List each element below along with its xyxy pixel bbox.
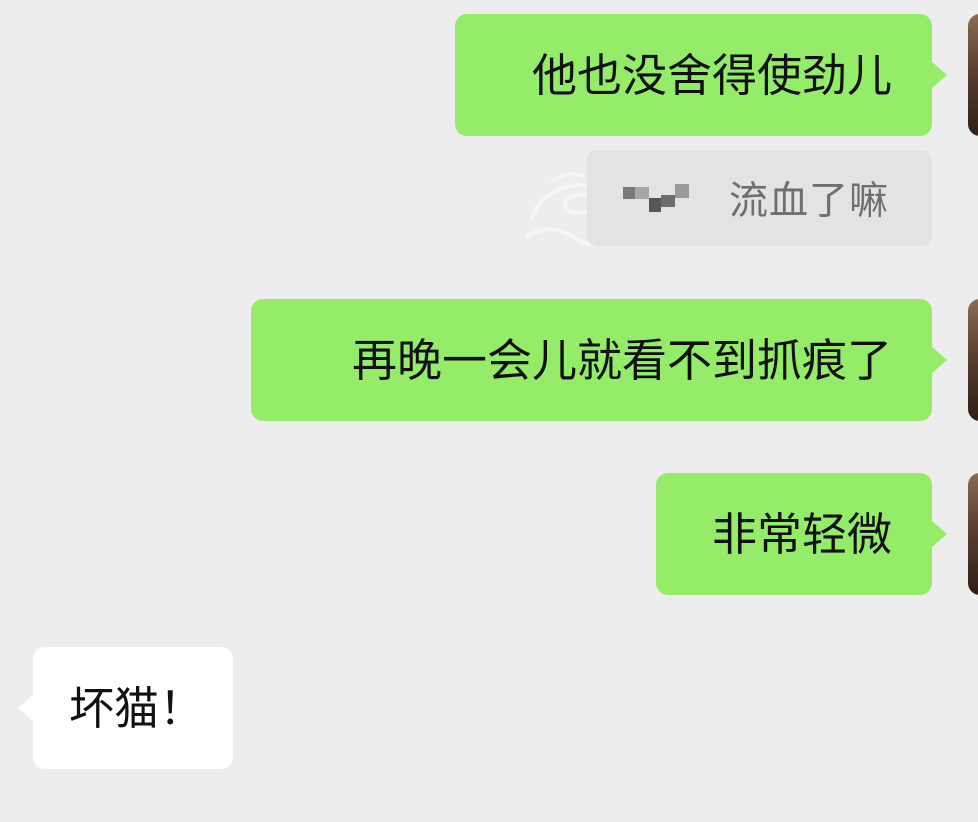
bubble-tail (18, 694, 34, 722)
quoted-text: 流血了嘛 (729, 179, 890, 224)
bubble-tail (931, 520, 947, 548)
message-text: 他也没舍得使劲儿 (531, 48, 892, 102)
message-bubble-outgoing[interactable]: 非常轻微 (656, 473, 947, 595)
message-bubble-outgoing[interactable]: 再晚一会儿就看不到抓痕了 (251, 299, 947, 421)
chat-area: 他也没舍得使劲儿 流血了嘛 再晚一会儿就看不到抓痕了 非常轻微 坏猫！ (0, 0, 978, 822)
redacted-sender-icon (623, 184, 689, 212)
user-avatar[interactable] (968, 14, 978, 136)
message-text: 非常轻微 (711, 507, 892, 561)
user-avatar[interactable] (968, 473, 978, 595)
message-bubble-incoming[interactable]: 坏猫！ (18, 647, 233, 769)
bubble-tail (931, 346, 947, 374)
message-bubble-outgoing[interactable]: 他也没舍得使劲儿 (455, 14, 947, 136)
quoted-message[interactable]: 流血了嘛 (587, 150, 932, 246)
user-avatar[interactable] (968, 299, 978, 421)
bubble-tail (931, 61, 947, 89)
message-text: 再晚一会儿就看不到抓痕了 (351, 333, 892, 387)
message-text: 坏猫！ (69, 681, 205, 735)
